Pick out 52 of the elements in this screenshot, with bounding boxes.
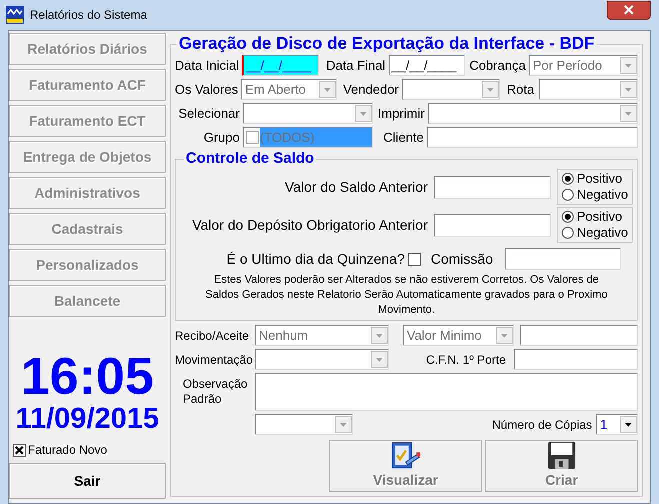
- text-field[interactable]: [514, 349, 638, 370]
- clock-time: 16:05: [21, 351, 154, 403]
- field-label: Grupo: [202, 128, 240, 147]
- text-field[interactable]: [520, 325, 638, 346]
- notes-field[interactable]: [255, 373, 638, 411]
- text-field[interactable]: [434, 176, 551, 198]
- close-icon: [624, 5, 634, 15]
- text-field[interactable]: [427, 127, 638, 148]
- field-label: Os Valores: [175, 80, 238, 99]
- field-label: Comissão: [431, 250, 494, 268]
- date-field[interactable]: __/__/____: [388, 55, 465, 76]
- field-label: Cobrança: [470, 56, 526, 75]
- radio-label: Positivo: [577, 171, 623, 187]
- field-label: Valor do Saldo Anterior: [284, 178, 428, 196]
- clock-date: 11/09/2015: [16, 403, 160, 435]
- note-text: Estes Valores poderão ser Alterados se não estiverem Corretos. Os Valores de Saldos Gerados neste Relatorio Serão Automaticamente gravados para o Proximo Movimento.: [204, 273, 609, 318]
- field-label: Valor do Depósito Obrigatorio Anterior: [191, 216, 428, 235]
- checkbox[interactable]: [408, 252, 421, 266]
- radio-label: Negativo: [577, 225, 628, 241]
- field-label: Data Final: [326, 56, 386, 75]
- field-label: Movimentação: [175, 352, 254, 368]
- field-label: É o Ultimo dia da Quinzena?: [226, 250, 405, 269]
- field-label: Observação Padrão: [182, 376, 249, 408]
- dropdown-field[interactable]: 1: [596, 414, 638, 435]
- text-field[interactable]: [434, 214, 551, 236]
- field-label: Rota: [507, 80, 534, 99]
- field-label: Selecionar: [178, 104, 240, 123]
- group-title: Controle de Saldo: [185, 151, 316, 167]
- field-label: Imprimir: [378, 104, 425, 123]
- field-label: Vendedor: [343, 80, 400, 99]
- checkbox-label: Faturado Novo: [28, 442, 108, 459]
- field-label: C.F.N. 1º Porte: [425, 352, 507, 368]
- date-field[interactable]: __/__/____: [242, 55, 320, 76]
- sidebar-button[interactable]: Sair: [9, 463, 166, 499]
- window-title: Relatórios do Sistema: [30, 7, 148, 24]
- radio-button[interactable]: [562, 227, 574, 239]
- radio-button[interactable]: [562, 189, 574, 201]
- radio-button[interactable]: [562, 211, 574, 223]
- radio-button[interactable]: [562, 173, 574, 185]
- field-label: Data Inicial: [175, 56, 240, 75]
- group-title: Geração de Disco de Exportação da Interface - BDF: [178, 35, 596, 53]
- text-field[interactable]: [505, 248, 622, 270]
- checkbox[interactable]: [13, 444, 26, 456]
- checkbox[interactable]: [246, 131, 259, 144]
- radio-label: Positivo: [577, 209, 623, 225]
- checklist-pen-icon: [390, 441, 422, 470]
- close-button[interactable]: [607, 0, 651, 20]
- radio-label: Negativo: [577, 187, 628, 203]
- app-logo-icon: [6, 6, 24, 24]
- field-label: Número de Cópias: [492, 416, 592, 434]
- field-label: Cliente: [382, 128, 424, 147]
- field-label: Recibo/Aceite: [175, 328, 250, 344]
